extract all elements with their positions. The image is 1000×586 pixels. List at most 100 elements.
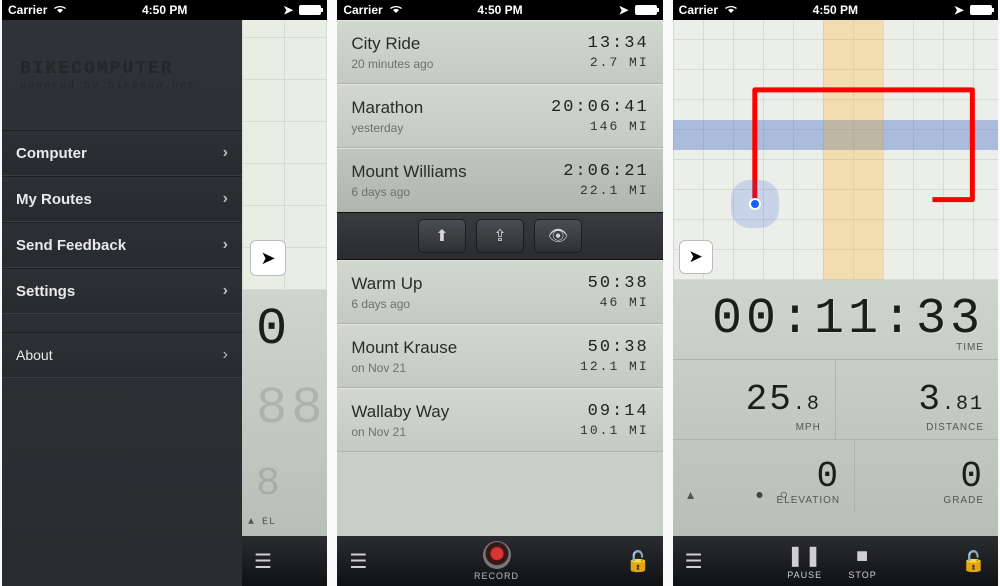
route-row[interactable]: Wallaby Way on Nov 21 09:14 10.1 MI	[337, 388, 662, 452]
route-row[interactable]: Mount Krause on Nov 21 50:38 12.1 MI	[337, 324, 662, 388]
carrier-label: Carrier	[8, 3, 47, 17]
route-meta: 20 minutes ago	[351, 57, 433, 71]
stop-icon: ■	[856, 545, 869, 568]
distance-label: DISTANCE	[926, 422, 984, 433]
grade-value: 0	[960, 456, 984, 497]
upload-button[interactable]: ⬆	[418, 219, 466, 253]
route-path	[673, 20, 998, 279]
menu-item-about[interactable]: About ›	[2, 332, 242, 378]
route-time: 50:38	[580, 338, 649, 357]
route-distance: 12.1 MI	[580, 359, 649, 374]
routes-list[interactable]: City Ride 20 minutes ago 13:34 2.7 MI Ma…	[337, 20, 662, 536]
current-location-dot	[749, 198, 761, 210]
unlock-icon[interactable]: 🔓	[961, 549, 986, 574]
locate-button[interactable]: ➤	[679, 240, 713, 274]
route-meta: 6 days ago	[351, 185, 466, 199]
record-icon	[483, 541, 511, 569]
chevron-right-icon: ›	[223, 282, 228, 300]
menu-item-computer[interactable]: Computer ›	[2, 130, 242, 176]
battery-icon	[970, 5, 992, 15]
brand-subtitle: powered by bikemap.net	[20, 81, 242, 92]
status-bar: Carrier 4:50 PM ➤	[337, 0, 662, 20]
route-row-selected[interactable]: Mount Williams 6 days ago 2:06:21 22.1 M…	[337, 148, 662, 212]
stop-button[interactable]: ■ STOP	[848, 545, 876, 580]
brand-title: BIKECOMPUTER	[20, 59, 242, 79]
menu-list-icon[interactable]: ☰	[349, 549, 367, 574]
menu-list-icon[interactable]: ☰	[254, 549, 272, 574]
bottom-bar: ☰	[242, 536, 327, 586]
route-distance: 10.1 MI	[580, 423, 649, 438]
speed-label: MPH	[796, 422, 821, 433]
pause-label: PAUSE	[787, 570, 822, 580]
eye-icon: 👁	[548, 226, 568, 246]
pause-icon: ❚❚	[787, 543, 823, 568]
route-meta: 6 days ago	[351, 297, 422, 311]
status-bar: Carrier 4:50 PM ➤	[673, 0, 998, 20]
location-arrow-icon: ➤	[619, 3, 629, 17]
record-button[interactable]: RECORD	[474, 541, 519, 581]
phone-2: Carrier 4:50 PM ➤ City Ride 20 minutes a…	[337, 0, 662, 586]
phone-3: Carrier 4:50 PM ➤ ➤ 00:11:33 TIME	[673, 0, 998, 586]
pause-button[interactable]: ❚❚ PAUSE	[787, 543, 823, 580]
distance-value: 3.81	[918, 379, 984, 420]
route-meta: on Nov 21	[351, 361, 457, 375]
route-name: Wallaby Way	[351, 402, 449, 422]
grade-label: GRADE	[943, 495, 984, 506]
route-name: City Ride	[351, 34, 433, 54]
map-sliver[interactable]: ➤	[242, 20, 327, 290]
upload-icon: ⬆	[435, 226, 448, 246]
bottom-bar: ☰ RECORD 🔓	[337, 536, 662, 586]
share-button[interactable]: ⇪	[476, 219, 524, 253]
route-distance: 22.1 MI	[563, 183, 648, 198]
map-view[interactable]: ➤	[673, 20, 998, 280]
wifi-icon	[389, 3, 403, 17]
elevation-cell: 0 ▲ ELEVATION ● ○	[673, 440, 854, 512]
route-time: 13:34	[588, 34, 649, 53]
chevron-right-icon: ›	[223, 346, 228, 364]
route-meta: on Nov 21	[351, 425, 449, 439]
menu-item-my-routes[interactable]: My Routes ›	[2, 176, 242, 222]
battery-icon	[299, 5, 321, 15]
timer-label: TIME	[956, 342, 984, 353]
menu-item-settings[interactable]: Settings ›	[2, 268, 242, 314]
chevron-right-icon: ›	[223, 190, 228, 208]
menu-list-icon[interactable]: ☰	[685, 549, 703, 574]
carrier-label: Carrier	[679, 3, 718, 17]
locate-button[interactable]: ➤	[250, 240, 286, 276]
unlock-icon[interactable]: 🔓	[626, 549, 651, 574]
elevation-value: 0	[817, 456, 841, 497]
route-time: 50:38	[588, 274, 649, 293]
route-time: 20:06:41	[551, 98, 649, 117]
route-row[interactable]: Marathon yesterday 20:06:41 146 MI	[337, 84, 662, 148]
battery-icon	[635, 5, 657, 15]
route-meta: yesterday	[351, 121, 423, 135]
side-menu: BIKECOMPUTER powered by bikemap.net Comp…	[2, 20, 242, 586]
timer-cell: 00:11:33 TIME	[673, 280, 998, 360]
route-row[interactable]: Warm Up 6 days ago 50:38 46 MI	[337, 260, 662, 324]
location-arrow-icon: ➤	[954, 3, 964, 17]
route-name: Marathon	[351, 98, 423, 118]
speed-cell: 25.8 MPH	[673, 360, 835, 439]
distance-cell: 3.81 DISTANCE	[835, 360, 998, 439]
chevron-right-icon: ›	[223, 144, 228, 162]
underlying-screen-peek: ➤ 0 88 8 ▲ EL ☰	[242, 20, 327, 586]
wifi-icon	[724, 3, 738, 17]
menu-item-label: Send Feedback	[16, 237, 126, 254]
route-name: Mount Krause	[351, 338, 457, 358]
route-row[interactable]: City Ride 20 minutes ago 13:34 2.7 MI	[337, 20, 662, 84]
location-arrow-icon: ➤	[283, 3, 293, 17]
menu-item-send-feedback[interactable]: Send Feedback ›	[2, 222, 242, 268]
route-name: Mount Williams	[351, 162, 466, 182]
readout-sliver: 0 88 8 ▲ EL	[242, 290, 327, 536]
timer-fragment: 0	[256, 300, 327, 359]
page-dots[interactable]: ● ○	[755, 486, 794, 502]
brand-block: BIKECOMPUTER powered by bikemap.net	[2, 20, 242, 130]
route-time: 2:06:21	[563, 162, 648, 181]
computer-readout: 00:11:33 TIME 25.8 MPH 3.81 DISTANCE	[673, 280, 998, 536]
route-distance: 46 MI	[588, 295, 649, 310]
route-name: Warm Up	[351, 274, 422, 294]
route-distance: 146 MI	[551, 119, 649, 134]
stop-label: STOP	[848, 570, 876, 580]
view-button[interactable]: 👁	[534, 219, 582, 253]
phone-1: Carrier 4:50 PM ➤ BIKECOMPUTER powered b…	[2, 0, 327, 586]
